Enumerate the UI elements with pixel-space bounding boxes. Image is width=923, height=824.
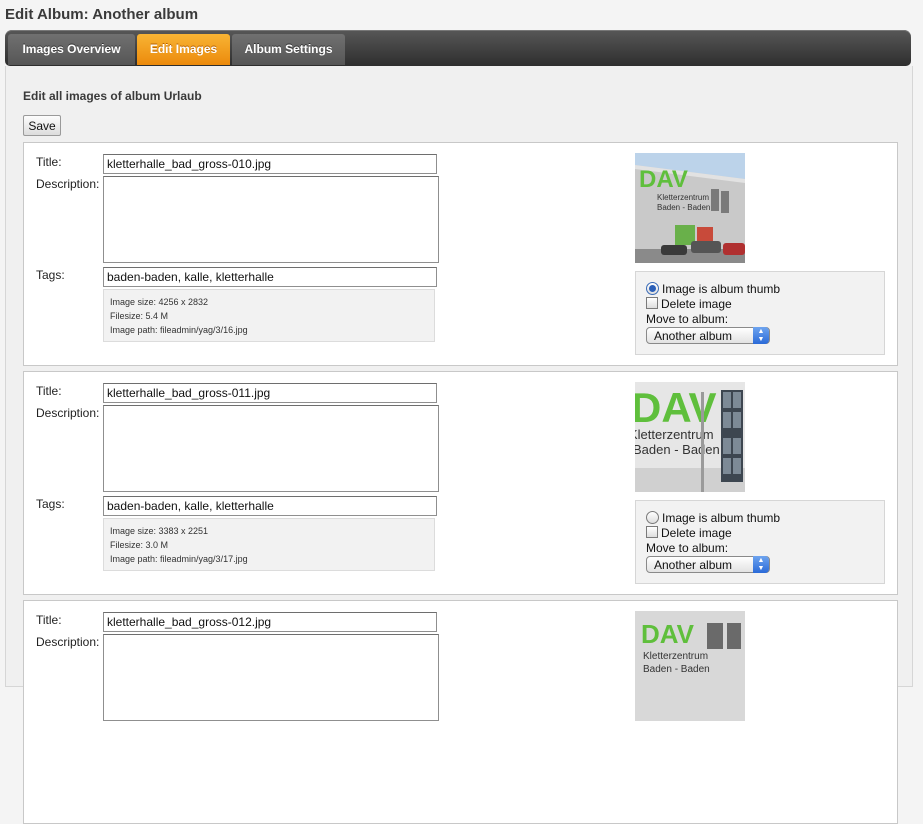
- image-size-text: Image size: 4256 x 2832: [110, 297, 209, 307]
- album-thumb-radio[interactable]: [646, 511, 659, 524]
- tags-label: Tags:: [36, 268, 65, 282]
- image-path-text: Image path: fileadmin/yag/3/16.jpg: [110, 325, 248, 335]
- title-input[interactable]: [103, 612, 437, 632]
- thumb-logo-text: DAV: [639, 166, 688, 193]
- move-to-album-label: Move to album:: [646, 541, 729, 555]
- title-label: Title:: [36, 613, 62, 627]
- section-title: Edit all images of album Urlaub: [23, 89, 202, 103]
- delete-option[interactable]: Delete image: [646, 526, 732, 541]
- select-arrows-icon: ▲ ▼: [753, 556, 769, 573]
- image-info-box: Image size: 3383 x 2251 Filesize: 3.0 M …: [103, 518, 435, 571]
- album-thumb-option[interactable]: Image is album thumb: [646, 282, 780, 297]
- description-textarea[interactable]: [103, 634, 439, 721]
- image-options: Image is album thumb Delete image Move t…: [635, 271, 885, 355]
- move-to-album-select[interactable]: Another album ▲ ▼: [646, 327, 770, 344]
- tags-label: Tags:: [36, 497, 65, 511]
- thumb-logo-text: DAV: [641, 619, 695, 649]
- album-thumb-label: Image is album thumb: [662, 282, 781, 296]
- image-thumbnail[interactable]: DAV Kletterzentrum Baden - Baden: [635, 153, 745, 263]
- delete-image-checkbox[interactable]: [646, 297, 658, 309]
- album-thumb-option[interactable]: Image is album thumb: [646, 511, 780, 526]
- thumb-logo-text: DAV: [635, 384, 717, 431]
- image-record: Title: Description: Tags: Image size: 33…: [23, 371, 898, 595]
- delete-option[interactable]: Delete image: [646, 297, 732, 312]
- tab-edit-images[interactable]: Edit Images: [137, 34, 230, 65]
- tags-input[interactable]: [103, 267, 437, 287]
- album-thumb-label: Image is album thumb: [662, 511, 781, 525]
- delete-image-label: Delete image: [661, 297, 732, 311]
- delete-image-label: Delete image: [661, 526, 732, 540]
- title-label: Title:: [36, 384, 62, 398]
- save-button[interactable]: Save: [23, 115, 61, 136]
- description-textarea[interactable]: [103, 405, 439, 492]
- description-label: Description:: [36, 177, 100, 191]
- description-label: Description:: [36, 406, 100, 420]
- image-options: Image is album thumb Delete image Move t…: [635, 500, 885, 584]
- image-thumbnail[interactable]: DAV Kletterzentrum Baden - Baden: [635, 382, 745, 492]
- description-textarea[interactable]: [103, 176, 439, 263]
- title-input[interactable]: [103, 383, 437, 403]
- thumb-line1-text: Kletterzentrum: [657, 193, 709, 202]
- thumb-line1-text: Kletterzentrum: [643, 651, 708, 662]
- page-title: Edit Album: Another album: [5, 6, 199, 23]
- description-label: Description:: [36, 635, 100, 649]
- move-to-album-label: Move to album:: [646, 312, 729, 326]
- image-record: Title: Description: DAV Kletterzentrum B…: [23, 600, 898, 824]
- thumb-line2-text: Baden - Baden: [643, 664, 710, 675]
- select-arrows-icon: ▲ ▼: [753, 327, 769, 344]
- filesize-text: Filesize: 3.0 M: [110, 540, 169, 550]
- image-info-box: Image size: 4256 x 2832 Filesize: 5.4 M …: [103, 289, 435, 342]
- move-to-album-select[interactable]: Another album ▲ ▼: [646, 556, 770, 573]
- image-thumbnail[interactable]: DAV Kletterzentrum Baden - Baden: [635, 611, 745, 721]
- tab-album-settings[interactable]: Album Settings: [232, 34, 345, 65]
- delete-image-checkbox[interactable]: [646, 526, 658, 538]
- thumb-line2-text: Baden - Baden: [635, 442, 720, 457]
- album-thumb-radio[interactable]: [646, 282, 659, 295]
- filesize-text: Filesize: 5.4 M: [110, 311, 169, 321]
- tab-bar: Images Overview Edit Images Album Settin…: [5, 30, 911, 66]
- image-record: Title: Description: Tags: Image size: 42…: [23, 142, 898, 366]
- thumb-line2-text: Baden - Baden: [657, 203, 710, 212]
- move-to-album-value: Another album: [654, 329, 733, 343]
- title-input[interactable]: [103, 154, 437, 174]
- move-to-album-value: Another album: [654, 558, 733, 572]
- title-label: Title:: [36, 155, 62, 169]
- image-path-text: Image path: fileadmin/yag/3/17.jpg: [110, 554, 248, 564]
- tags-input[interactable]: [103, 496, 437, 516]
- image-size-text: Image size: 3383 x 2251: [110, 526, 209, 536]
- tab-images-overview[interactable]: Images Overview: [8, 34, 135, 65]
